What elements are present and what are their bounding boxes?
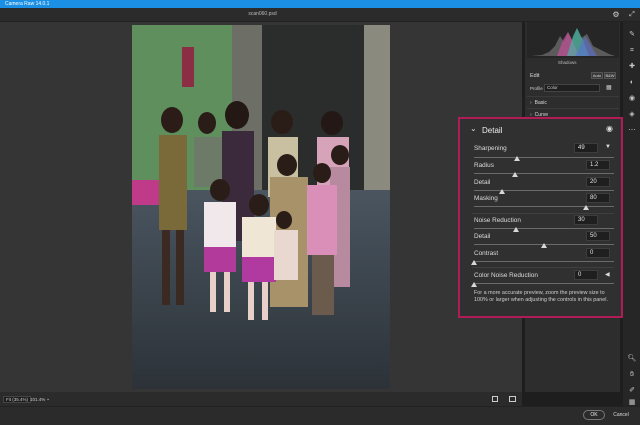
radius-label: Radius bbox=[474, 162, 494, 169]
chevron-down-icon[interactable]: ⌄ bbox=[46, 396, 50, 402]
masking-value[interactable]: 80 bbox=[586, 193, 610, 203]
masking-label: Masking bbox=[474, 195, 498, 202]
chevron-right-icon: › bbox=[530, 99, 532, 106]
zoom-value-label[interactable]: 101.4% bbox=[30, 397, 45, 402]
divider bbox=[472, 213, 614, 214]
profile-browser-icon[interactable]: ▦ bbox=[606, 84, 614, 92]
nr-detail-value[interactable]: 50 bbox=[586, 231, 610, 241]
more-icon[interactable]: ⋯ bbox=[626, 126, 638, 136]
crop-icon[interactable]: ⌗ bbox=[626, 46, 638, 56]
eye-icon[interactable]: ◉ bbox=[606, 124, 613, 133]
ok-button[interactable]: OK bbox=[583, 410, 605, 420]
edit-title: Edit bbox=[530, 73, 540, 79]
view-bar: Fit (35.4%) 101.4% ⌄ bbox=[0, 392, 522, 406]
auto-button[interactable]: Auto bbox=[591, 72, 603, 79]
section-basic[interactable]: › Basic bbox=[527, 96, 619, 108]
cancel-button[interactable]: Cancel bbox=[610, 410, 632, 420]
redeye-icon[interactable]: ◉ bbox=[626, 94, 638, 104]
preview-note: For a more accurate preview, zoom the pr… bbox=[474, 290, 608, 303]
sharpening-label: Sharpening bbox=[474, 145, 507, 152]
nr-detail-label: Detail bbox=[474, 233, 491, 240]
profile-label: Profile bbox=[530, 85, 543, 91]
single-view-icon[interactable] bbox=[492, 396, 498, 402]
noise-reduction-value[interactable]: 30 bbox=[574, 215, 598, 225]
nr-contrast-slider[interactable] bbox=[471, 260, 614, 266]
color-noise-label: Color Noise Reduction bbox=[474, 272, 538, 279]
nr-contrast-label: Contrast bbox=[474, 250, 499, 257]
presets-icon[interactable]: ◈ bbox=[626, 110, 638, 120]
detail-title: Detail bbox=[482, 126, 503, 135]
gear-icon[interactable]: ⚙ bbox=[611, 10, 621, 20]
color-noise-value[interactable]: 0 bbox=[574, 270, 598, 280]
bw-button[interactable]: B&W bbox=[604, 72, 616, 79]
dialog-footer bbox=[0, 406, 640, 425]
detail-label: Detail bbox=[474, 179, 491, 186]
expand-icon[interactable]: ⤢ bbox=[627, 10, 637, 20]
collapse-triangle-icon[interactable]: ▼ bbox=[605, 144, 611, 150]
detail-value[interactable]: 20 bbox=[586, 177, 610, 187]
histogram-label: Shadows bbox=[558, 60, 577, 65]
color-noise-slider[interactable] bbox=[471, 282, 614, 288]
app-title: Camera Raw 14.0.1 bbox=[5, 1, 50, 7]
sampler-icon[interactable]: ✐ bbox=[626, 386, 638, 396]
chevron-down-icon[interactable]: ⌄ bbox=[470, 124, 477, 133]
hand-icon[interactable]: ✋︎ bbox=[626, 370, 638, 380]
title-bar: Camera Raw 14.0.1 bbox=[0, 0, 640, 8]
section-basic-label: Basic bbox=[534, 99, 547, 106]
zoom-fit-label[interactable]: Fit (35.4%) bbox=[3, 396, 32, 403]
expand-triangle-icon[interactable]: ◀ bbox=[605, 271, 610, 278]
edit-icon[interactable]: ✎ bbox=[626, 30, 638, 40]
tool-strip: ✎ ⌗ ✚ ◐ ◉ ◈ ⋯ 🔍︎ ✋︎ ✐ ▦ bbox=[622, 22, 640, 406]
mask-icon[interactable]: ◐ bbox=[626, 78, 638, 88]
divider bbox=[472, 267, 614, 268]
sharpening-value[interactable]: 49 bbox=[574, 143, 598, 153]
noise-reduction-label: Noise Reduction bbox=[474, 217, 521, 224]
radius-value[interactable]: 1.2 bbox=[586, 160, 610, 170]
file-name: scan060.psd bbox=[248, 11, 277, 17]
detail-panel: ⌄ Detail ◉ Sharpening 49 ▼ Radius 1.2 De… bbox=[458, 117, 623, 318]
histogram bbox=[527, 22, 619, 58]
nr-contrast-value[interactable]: 0 bbox=[586, 248, 610, 258]
grid-icon[interactable]: ▦ bbox=[626, 398, 638, 408]
compare-view-icon[interactable] bbox=[509, 396, 516, 402]
zoom-icon[interactable]: 🔍︎ bbox=[626, 354, 638, 364]
masking-slider[interactable] bbox=[474, 205, 614, 211]
heal-icon[interactable]: ✚ bbox=[626, 62, 638, 72]
profile-value: Color bbox=[547, 85, 558, 90]
photo-preview[interactable] bbox=[132, 25, 390, 389]
profile-select[interactable]: Color bbox=[544, 84, 600, 92]
